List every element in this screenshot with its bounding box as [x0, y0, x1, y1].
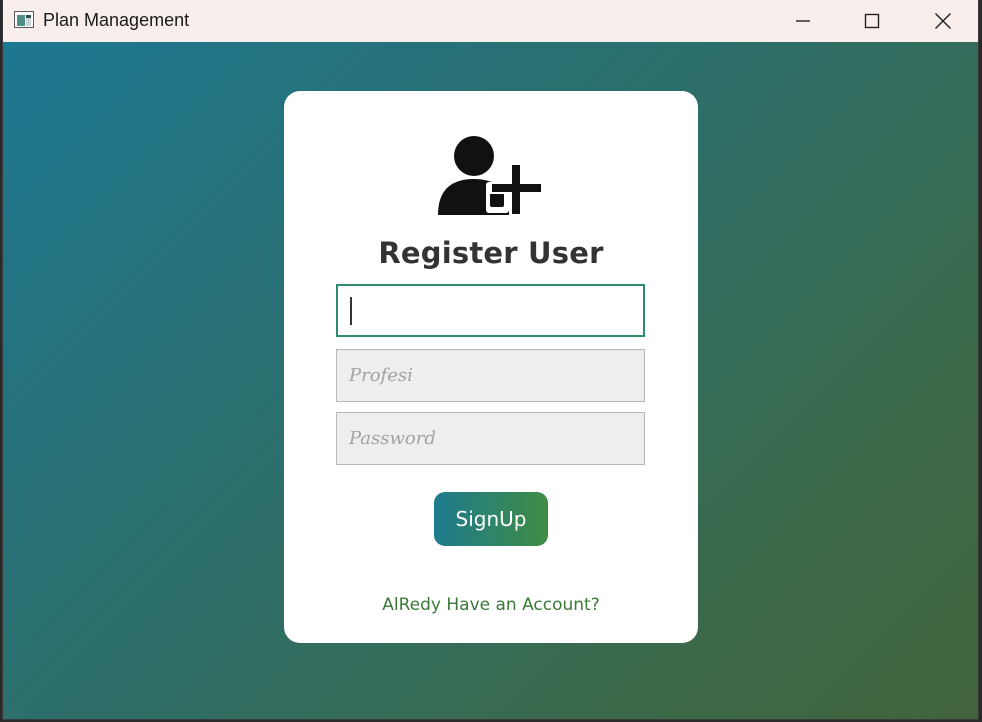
- minimize-button[interactable]: [768, 0, 838, 42]
- gradient-background: Register User SignUp AlRedy Have an Acco…: [3, 42, 978, 719]
- signup-button[interactable]: SignUp: [434, 492, 548, 546]
- name-input[interactable]: [336, 284, 645, 337]
- app-icon: [14, 11, 34, 28]
- password-input[interactable]: [336, 412, 645, 465]
- minimize-icon: [796, 20, 810, 22]
- register-card: Register User SignUp AlRedy Have an Acco…: [284, 91, 698, 643]
- maximize-icon: [864, 13, 880, 29]
- window-title: Plan Management: [43, 10, 190, 30]
- close-icon: [935, 13, 951, 29]
- app-window: Plan Management Register User Profesi Si…: [3, 0, 978, 719]
- text-cursor: [350, 297, 352, 325]
- user-plus-icon: [438, 136, 543, 216]
- close-button[interactable]: [908, 0, 978, 42]
- page-title: Register User: [378, 236, 604, 270]
- login-link[interactable]: AlRedy Have an Account?: [284, 595, 698, 615]
- maximize-button[interactable]: [837, 0, 907, 42]
- profession-input[interactable]: [336, 349, 645, 402]
- title-bar[interactable]: Plan Management: [3, 0, 978, 42]
